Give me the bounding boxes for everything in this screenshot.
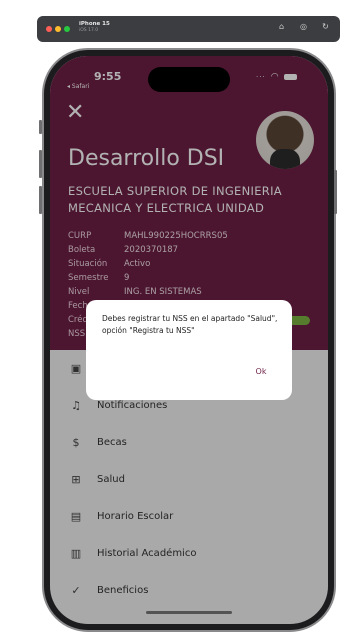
power-button: [334, 170, 337, 214]
device-os: iOS 17.0: [79, 28, 99, 33]
volume-down-button: [39, 186, 42, 214]
action-button: [39, 120, 42, 134]
ok-button[interactable]: Ok: [246, 364, 276, 380]
minimize-window-button[interactable]: [55, 26, 61, 32]
close-window-button[interactable]: [46, 26, 52, 32]
device-name: iPhone 15: [79, 21, 110, 27]
screenshot-icon[interactable]: ◎: [299, 22, 308, 31]
simulator-title-bar: iPhone 15 iOS 17.0 ⌂ ◎ ↻: [37, 16, 340, 42]
zoom-window-button[interactable]: [64, 26, 70, 32]
dialog-message: Debes registrar tu NSS en el apartado "S…: [102, 314, 278, 335]
volume-up-button: [39, 150, 42, 178]
rotate-icon[interactable]: ↻: [321, 22, 330, 31]
app-screen: 9:55 ◂ Safari ··· ◠ ✕ Desarrollo DSI ESC…: [50, 56, 328, 624]
nss-alert-dialog: Debes registrar tu NSS en el apartado "S…: [86, 300, 292, 400]
home-icon[interactable]: ⌂: [277, 22, 286, 31]
